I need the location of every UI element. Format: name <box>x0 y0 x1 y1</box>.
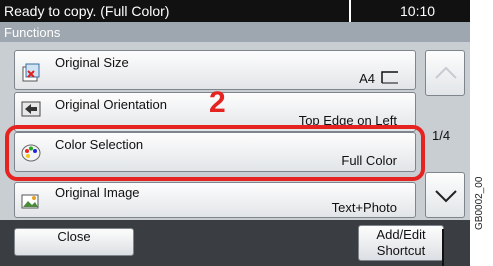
status-message: Ready to copy. (Full Color) <box>4 3 170 19</box>
original-size-label: Original Size <box>55 55 129 70</box>
paper-landscape-icon <box>381 71 398 84</box>
original-size-row[interactable]: Original Size A4 <box>14 50 416 90</box>
status-divider <box>349 0 351 22</box>
selection-highlight <box>5 125 425 181</box>
functions-title: Functions <box>4 25 61 40</box>
close-label: Close <box>57 229 91 244</box>
scroll-up-button[interactable] <box>425 50 465 96</box>
add-edit-shortcut-button[interactable]: Add/Edit Shortcut <box>358 225 444 261</box>
shortcut-label: Shortcut <box>376 243 426 258</box>
original-image-label: Original Image <box>55 185 140 200</box>
figure-reference: GB0002_00 <box>474 176 485 230</box>
functions-header: Functions <box>0 22 470 42</box>
page-indicator: 1/4 <box>432 128 451 143</box>
step-number: 2 <box>209 86 226 119</box>
close-button[interactable]: Close <box>14 228 134 256</box>
original-image-value: Text+Photo <box>331 200 397 215</box>
clock-time: 10:10 <box>400 3 436 19</box>
callout-pointer-line <box>442 229 444 266</box>
chevron-down-icon <box>435 190 457 203</box>
original-size-icon <box>22 63 40 82</box>
orientation-icon <box>21 101 41 117</box>
scroll-down-button[interactable] <box>425 172 465 218</box>
image-quality-icon <box>21 194 39 209</box>
status-bar: Ready to copy. (Full Color) 10:10 <box>0 0 470 22</box>
original-image-row[interactable]: Original Image Text+Photo <box>14 182 416 218</box>
add-edit-label: Add/Edit <box>376 227 426 242</box>
chevron-up-icon <box>435 66 457 79</box>
original-orientation-label: Original Orientation <box>55 97 167 112</box>
original-size-value: A4 <box>359 71 375 86</box>
